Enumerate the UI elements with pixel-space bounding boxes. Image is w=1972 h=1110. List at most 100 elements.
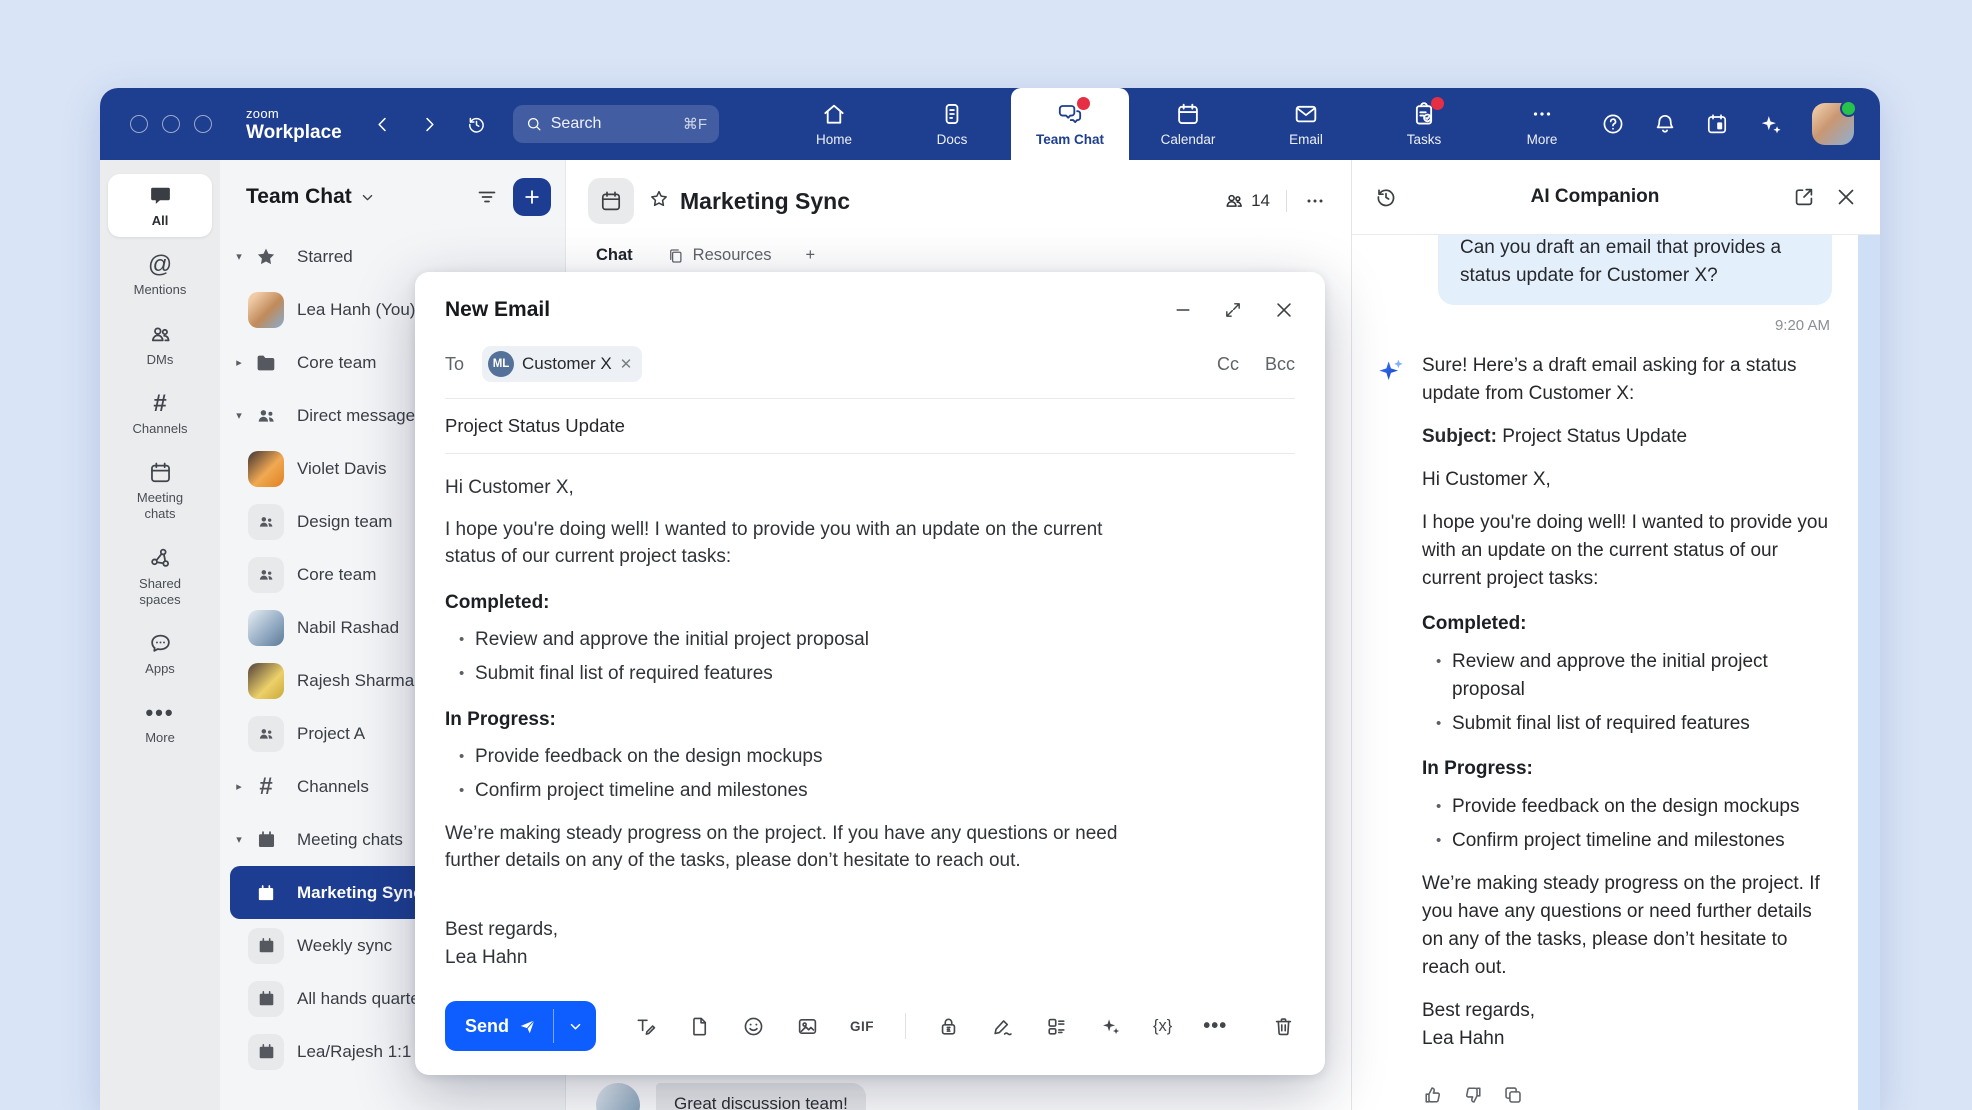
rail-item-more[interactable]: ••• More <box>108 691 212 754</box>
rail-item-channels[interactable]: # Channels <box>108 382 212 445</box>
template-button[interactable] <box>1045 1015 1068 1038</box>
rail-item-mentions[interactable]: @ Mentions <box>108 243 212 306</box>
rail-label-channels: Channels <box>133 421 188 437</box>
window-close-button[interactable] <box>130 115 148 133</box>
send-options-button[interactable] <box>554 1001 596 1051</box>
search-input[interactable]: Search ⌘F <box>513 105 719 143</box>
search-icon <box>525 115 543 133</box>
user-avatar[interactable] <box>1812 103 1854 145</box>
ai-intro: Sure! Here’s a draft email asking for a … <box>1422 352 1830 408</box>
team-chat-header: Team Chat <box>220 178 565 230</box>
members-count[interactable]: 14 <box>1223 190 1270 212</box>
tab-team-chat-label: Team Chat <box>1036 132 1104 147</box>
search-shortcut: ⌘F <box>683 115 707 133</box>
schedule-icon[interactable] <box>1705 112 1729 136</box>
ai-companion-title: AI Companion <box>1398 186 1792 208</box>
chat-label: Nabil Rashad <box>297 618 399 638</box>
caret-right-icon: ▸ <box>230 356 248 369</box>
list-item: Review and approve the initial project p… <box>1436 648 1830 704</box>
rail-item-dms[interactable]: DMs <box>108 313 212 376</box>
attach-file-button[interactable] <box>688 1015 711 1038</box>
tab-home[interactable]: Home <box>775 88 893 160</box>
close-icon[interactable] <box>1273 299 1295 321</box>
avatar[interactable] <box>596 1083 640 1110</box>
tab-email[interactable]: Email <box>1247 88 1365 160</box>
close-icon[interactable] <box>1834 185 1858 209</box>
calendar-icon <box>257 936 276 955</box>
chevron-down-icon <box>360 190 375 205</box>
ai-compose-button[interactable] <box>1099 1015 1122 1038</box>
rail-item-apps[interactable]: Apps <box>108 622 212 685</box>
gif-button[interactable]: GIF <box>850 1019 874 1034</box>
thumbs-down-icon[interactable] <box>1462 1084 1484 1106</box>
scrollbar-track[interactable] <box>1858 235 1880 1110</box>
window-zoom-button[interactable] <box>194 115 212 133</box>
tab-tasks[interactable]: Tasks <box>1365 88 1483 160</box>
emoji-button[interactable] <box>742 1015 765 1038</box>
bcc-button[interactable]: Bcc <box>1265 354 1295 375</box>
tab-docs[interactable]: Docs <box>893 88 1011 160</box>
email-body-editor[interactable]: Hi Customer X, I hope you're doing well!… <box>415 454 1155 972</box>
team-chat-title-dropdown[interactable]: Team Chat <box>246 185 375 209</box>
email-signoff: Best regards, <box>445 916 1125 944</box>
remove-recipient-icon[interactable]: ✕ <box>620 357 633 372</box>
ai-companion-icon[interactable] <box>1757 111 1784 138</box>
recipient-name: Customer X <box>522 354 612 374</box>
subject-value: Project Status Update <box>1502 426 1687 447</box>
help-icon[interactable] <box>1601 112 1625 136</box>
top-navbar: zoom Workplace Search ⌘F Home <box>100 88 1880 160</box>
toolbar-more-button[interactable]: ••• <box>1203 1021 1227 1031</box>
back-icon[interactable] <box>372 114 393 135</box>
history-icon[interactable] <box>466 114 487 135</box>
favorite-star-icon[interactable] <box>648 188 670 215</box>
rail-label-mentions: Mentions <box>134 282 187 298</box>
encrypt-button[interactable] <box>937 1015 960 1038</box>
open-external-icon[interactable] <box>1792 185 1816 209</box>
ai-intro-paragraph: I hope you're doing well! I wanted to pr… <box>1422 509 1830 593</box>
variables-button[interactable]: {x} <box>1153 1017 1172 1036</box>
team-icon <box>256 565 276 585</box>
shared-spaces-icon <box>148 546 173 571</box>
tab-resources[interactable]: Resources <box>667 246 772 265</box>
group-label: Meeting chats <box>297 830 403 850</box>
discard-draft-button[interactable] <box>1272 1015 1295 1038</box>
rail-item-meeting-chats[interactable]: Meeting chats <box>108 451 212 531</box>
history-icon[interactable] <box>1374 185 1398 209</box>
tab-add[interactable]: + <box>806 246 816 265</box>
subject-field[interactable]: Project Status Update <box>415 399 1325 453</box>
ai-inprogress-heading: In Progress: <box>1422 755 1830 783</box>
copy-icon[interactable] <box>1502 1084 1524 1106</box>
new-chat-button[interactable] <box>513 178 551 216</box>
emoji-icon <box>742 1015 765 1038</box>
rail-label-shared-spaces: Shared spaces <box>125 576 195 609</box>
signature-button[interactable] <box>991 1015 1014 1038</box>
filter-icon[interactable] <box>475 185 499 209</box>
tab-chat[interactable]: Chat <box>596 246 633 265</box>
trash-icon <box>1272 1015 1295 1038</box>
insert-image-button[interactable] <box>796 1015 819 1038</box>
template-icon <box>1045 1015 1068 1038</box>
text-format-button[interactable] <box>634 1015 657 1038</box>
tab-team-chat[interactable]: Team Chat <box>1011 88 1129 160</box>
chat-more-icon[interactable] <box>1303 189 1327 213</box>
tab-chat-label: Chat <box>596 246 633 265</box>
calendar-icon <box>599 189 623 213</box>
rail-item-all[interactable]: All <box>108 174 212 237</box>
tab-more[interactable]: More <box>1483 88 1601 160</box>
expand-icon[interactable] <box>1223 300 1243 320</box>
window-minimize-button[interactable] <box>162 115 180 133</box>
rail-item-shared-spaces[interactable]: Shared spaces <box>108 537 212 617</box>
minimize-icon[interactable] <box>1173 300 1193 320</box>
send-button[interactable]: Send <box>445 1001 553 1051</box>
forward-icon[interactable] <box>419 114 440 135</box>
logo-line2: Workplace <box>246 123 342 142</box>
email-completed-list: Review and approve the initial project p… <box>445 626 1125 687</box>
cc-button[interactable]: Cc <box>1217 354 1239 375</box>
star-icon <box>254 245 278 269</box>
tab-calendar[interactable]: Calendar <box>1129 88 1247 160</box>
ai-sparkle-icon <box>1376 354 1408 386</box>
thumbs-up-icon[interactable] <box>1422 1084 1444 1106</box>
chat-label: Design team <box>297 512 392 532</box>
recipient-chip[interactable]: ML Customer X ✕ <box>482 346 642 382</box>
notifications-bell-icon[interactable] <box>1653 112 1677 136</box>
